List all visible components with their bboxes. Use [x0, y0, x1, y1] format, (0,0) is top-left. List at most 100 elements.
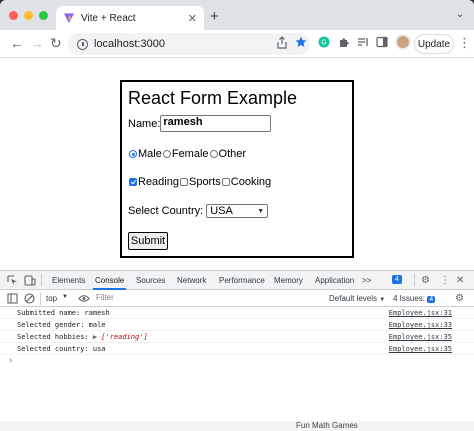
gender-radio-male[interactable]	[129, 150, 137, 158]
issues-badge[interactable]: 4	[392, 275, 402, 284]
gender-label-female: Female	[171, 148, 209, 160]
console-filter-input[interactable]: Filter	[96, 293, 306, 304]
issues-counter[interactable]: 4 Issues: 4	[393, 294, 436, 303]
devtools-tab-bar: Elements Console Sources Network Perform…	[0, 271, 474, 290]
browser-window: Vite + React ✕ + ⌄ ← → ↻ localhost:3000 …	[0, 0, 474, 431]
new-tab-button[interactable]: +	[210, 8, 219, 25]
hobby-label-reading: Reading	[138, 176, 179, 188]
name-row: Name: ramesh	[128, 115, 346, 132]
tab-strip: Vite + React ✕ + ⌄	[0, 0, 474, 30]
browser-tab[interactable]: Vite + React ✕	[56, 6, 204, 30]
browser-toolbar: ← → ↻ localhost:3000 G Update ⋮	[0, 30, 474, 58]
reload-button[interactable]: ↻	[50, 35, 62, 52]
browser-menu-icon[interactable]: ⋮	[458, 35, 471, 51]
tab-performance[interactable]: Performance	[219, 276, 265, 285]
log-message: Selected hobbies: ▶ ['reading']	[17, 333, 148, 341]
close-window-button[interactable]	[9, 11, 18, 20]
filter-separator	[40, 293, 41, 305]
forward-button[interactable]: →	[30, 35, 44, 51]
minimize-window-button[interactable]	[24, 11, 33, 20]
hobbies-row: Reading Sports Cooking	[128, 176, 346, 188]
country-select[interactable]: USA ▼	[206, 204, 269, 218]
log-source-link[interactable]: Employee.jsx:35	[389, 333, 452, 341]
devtools-separator	[41, 274, 42, 286]
settings-gear-icon[interactable]: ⚙	[421, 275, 430, 286]
log-source-link[interactable]: Employee.jsx:35	[389, 345, 452, 353]
tab-network[interactable]: Network	[177, 276, 206, 285]
tab-elements[interactable]: Elements	[52, 276, 85, 285]
log-source-link[interactable]: Employee.jsx:33	[389, 321, 452, 329]
close-devtools-icon[interactable]: ✕	[456, 275, 464, 286]
reading-list-icon[interactable]	[357, 36, 369, 48]
name-label: Name:	[128, 117, 161, 130]
tab-memory[interactable]: Memory	[274, 276, 303, 285]
log-levels-label: Default levels	[329, 294, 378, 303]
console-log-row: Selected gender: male Employee.jsx:33	[0, 319, 474, 331]
submit-button[interactable]: Submit	[128, 232, 168, 250]
inspect-element-icon[interactable]	[7, 275, 18, 286]
console-log-row: Submitted name: ramesh Employee.jsx:31	[0, 307, 474, 319]
country-row: Select Country: USA ▼	[128, 204, 346, 218]
live-expression-eye-icon[interactable]	[78, 294, 90, 303]
form-title: React Form Example	[128, 88, 298, 108]
tab-console[interactable]: Console	[92, 276, 127, 290]
address-bar[interactable]: localhost:3000	[68, 33, 310, 55]
background-window-text: Fun Math Games	[296, 421, 358, 430]
chevron-down-icon: ▼	[257, 207, 265, 215]
log-source-link[interactable]: Employee.jsx:31	[389, 309, 452, 317]
url-text: localhost:3000	[94, 38, 165, 50]
hobby-checkbox-sports[interactable]	[179, 178, 188, 186]
react-form: React Form Example Name: ramesh Male Fem…	[120, 80, 354, 258]
svg-text:G: G	[321, 40, 326, 47]
log-message: Submitted name: ramesh	[17, 309, 110, 317]
console-filter-bar: top ▼ Filter Default levels ▼ 4 Issues: …	[0, 290, 474, 307]
log-prefix: Selected hobbies:	[17, 333, 93, 341]
console-prompt-icon[interactable]: ›	[8, 356, 13, 366]
sidebar-toggle-icon[interactable]	[7, 293, 18, 304]
profile-avatar[interactable]	[395, 34, 411, 50]
tab-close-icon[interactable]: ✕	[188, 12, 197, 25]
page-viewport: React Form Example Name: ramesh Male Fem…	[0, 58, 474, 270]
vite-logo-icon	[64, 13, 74, 23]
share-icon[interactable]	[276, 36, 288, 49]
devtools-separator	[414, 274, 415, 286]
devtools-menu-icon[interactable]: ⋮	[440, 275, 450, 286]
update-button[interactable]: Update	[414, 34, 454, 54]
console-log-row: Selected hobbies: ▶ ['reading'] Employee…	[0, 331, 474, 343]
hobby-label-cooking: Cooking	[230, 176, 272, 188]
bookmark-star-icon[interactable]	[295, 36, 307, 48]
log-message: Selected country: usa	[17, 345, 106, 353]
hobby-checkbox-reading[interactable]	[129, 178, 137, 186]
maximize-window-button[interactable]	[39, 11, 48, 20]
log-levels-dropdown[interactable]: Default levels ▼	[329, 294, 385, 303]
side-panel-icon[interactable]	[376, 36, 388, 48]
gender-radio-female[interactable]	[162, 150, 171, 158]
background-window-strip: Fun Math Games	[0, 421, 474, 431]
device-toolbar-icon[interactable]	[24, 275, 36, 286]
grammarly-extension-icon[interactable]: G	[318, 36, 330, 48]
site-info-icon[interactable]	[77, 38, 88, 50]
console-settings-gear-icon[interactable]: ⚙	[455, 293, 464, 304]
issues-mini-badge: 4	[427, 296, 436, 303]
hobby-label-sports: Sports	[188, 176, 221, 188]
tab-title: Vite + React	[81, 12, 136, 24]
more-tabs-button[interactable]: >>	[362, 276, 371, 285]
gender-label-other: Other	[218, 148, 247, 160]
window-controls	[9, 11, 48, 20]
gender-radio-other[interactable]	[209, 150, 218, 158]
log-message: Selected gender: male	[17, 321, 106, 329]
tab-search-icon[interactable]: ⌄	[456, 9, 464, 20]
tab-sources[interactable]: Sources	[136, 276, 165, 285]
context-selector[interactable]: top	[46, 294, 57, 303]
back-button[interactable]: ←	[10, 35, 24, 51]
clear-console-icon[interactable]	[24, 293, 35, 304]
extensions-puzzle-icon[interactable]	[338, 36, 350, 48]
devtools-panel: Elements Console Sources Network Perform…	[0, 270, 474, 431]
country-selected-value: USA	[210, 205, 233, 217]
chevron-down-icon: ▼	[62, 294, 68, 300]
tab-application[interactable]: Application	[315, 276, 354, 285]
gender-row: Male Female Other	[128, 148, 346, 160]
expand-arrow-icon[interactable]: ▶	[93, 333, 97, 341]
name-input[interactable]: ramesh	[160, 115, 272, 132]
hobby-checkbox-cooking[interactable]	[221, 178, 230, 186]
